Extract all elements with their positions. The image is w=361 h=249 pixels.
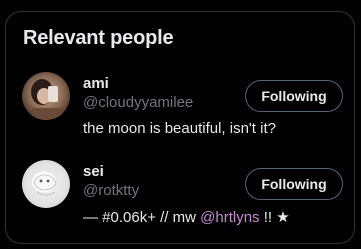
panel-title: Relevant people [23, 27, 174, 49]
user-bio: the moon is beautiful, isn't it? [83, 120, 276, 137]
avatar[interactable] [22, 72, 70, 120]
user-avatar-photo-icon [22, 160, 70, 208]
user-handle[interactable]: @cloudyyamilee [83, 94, 193, 111]
display-name[interactable]: ami [83, 75, 109, 92]
bio-text: !! ★ [259, 209, 290, 226]
person-row[interactable]: ami @cloudyyamilee Following the moon is… [22, 72, 343, 152]
relevant-people-panel: Relevant people ami @cloudyyamilee Follo… [5, 11, 355, 244]
display-name[interactable]: sei [83, 163, 104, 180]
following-button[interactable]: Following [245, 80, 343, 112]
bio-text: — #0.06k+ // mw [83, 209, 201, 226]
user-bio: — #0.06k+ // mw @hrtlyns !! ★ [83, 208, 290, 226]
bio-mention-link[interactable]: @hrtlyns [200, 209, 259, 226]
user-avatar-photo-icon [22, 72, 70, 120]
avatar[interactable] [22, 160, 70, 208]
user-handle[interactable]: @rotktty [83, 182, 139, 199]
person-row[interactable]: sei @rotktty Following — #0.06k+ // mw @… [22, 160, 343, 240]
following-button[interactable]: Following [245, 168, 343, 200]
